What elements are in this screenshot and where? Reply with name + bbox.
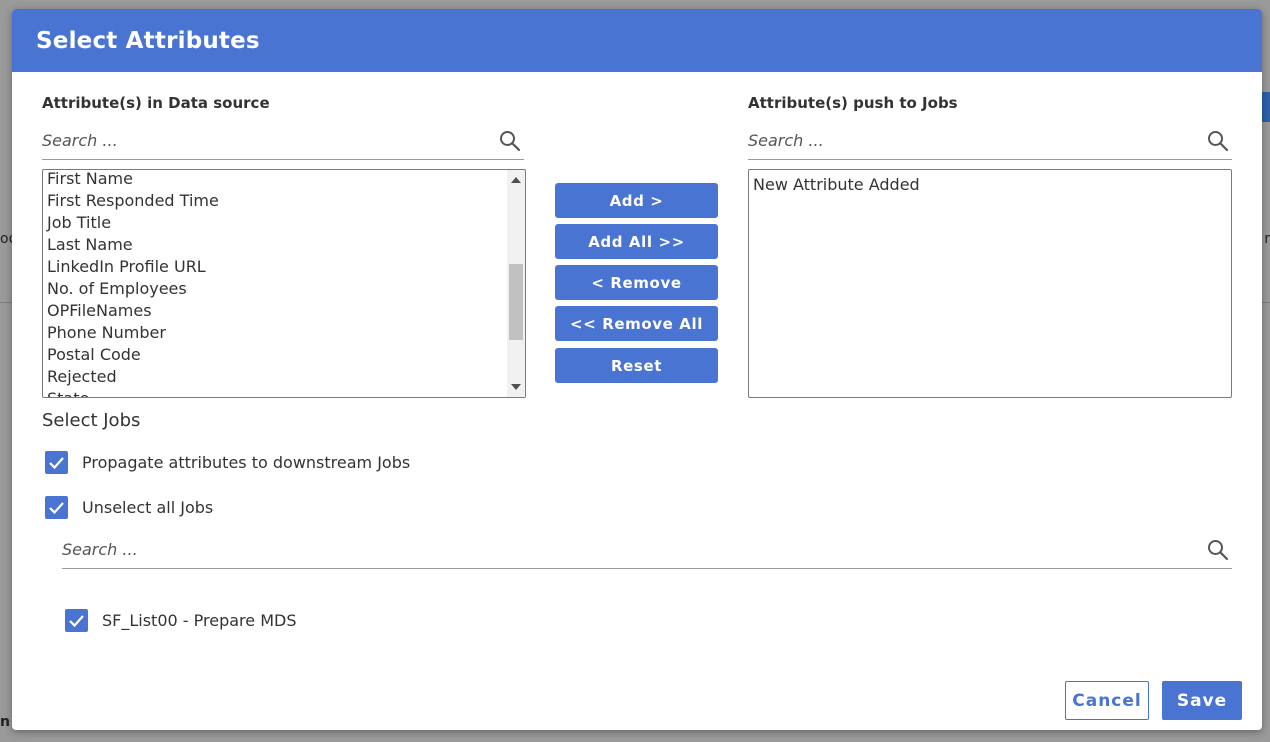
attribute-option[interactable]: Rejected — [47, 366, 505, 388]
attribute-option[interactable]: OPFileNames — [47, 300, 505, 322]
background-divider — [0, 302, 12, 303]
target-search — [748, 123, 1232, 160]
background-text-fragment: r — [1264, 231, 1270, 247]
propagate-label: Propagate attributes to downstream Jobs — [82, 453, 411, 472]
propagate-checkbox[interactable] — [45, 451, 68, 474]
dialog-header: Select Attributes — [12, 9, 1262, 72]
attribute-option[interactable]: State — [47, 388, 505, 397]
job-item[interactable]: SF_List00 - Prepare MDS — [65, 609, 296, 632]
scroll-down-icon[interactable] — [511, 384, 521, 390]
scroll-up-icon[interactable] — [511, 177, 521, 183]
cancel-button[interactable]: Cancel — [1065, 681, 1149, 720]
search-icon[interactable] — [498, 129, 522, 153]
source-attribute-items: First Name First Responded Time Job Title L… — [47, 170, 505, 397]
select-jobs-title: Select Jobs — [42, 410, 141, 431]
save-button[interactable]: Save — [1162, 681, 1242, 720]
attribute-option[interactable]: Job Title — [47, 212, 505, 234]
job-item-label: SF_List00 - Prepare MDS — [102, 611, 297, 630]
job-item-checkbox[interactable] — [65, 609, 88, 632]
propagate-checkbox-row[interactable]: Propagate attributes to downstream Jobs — [45, 451, 410, 474]
target-attribute-items: New Attribute Added — [753, 174, 1211, 196]
background-text-fragment: n — [0, 714, 10, 730]
attribute-option[interactable]: No. of Employees — [47, 278, 505, 300]
unselect-all-row[interactable]: Unselect all Jobs — [45, 496, 213, 519]
source-panel-label: Attribute(s) in Data source — [42, 94, 270, 112]
dialog-title: Select Attributes — [36, 27, 260, 54]
source-search — [42, 123, 524, 160]
attribute-option[interactable]: First Name — [47, 170, 505, 190]
attribute-option[interactable]: New Attribute Added — [753, 174, 1211, 196]
background-divider — [1262, 302, 1270, 303]
checkmark-icon — [49, 502, 64, 515]
target-panel-label: Attribute(s) push to Jobs — [748, 94, 958, 112]
source-search-input[interactable] — [42, 123, 484, 157]
reset-button[interactable]: Reset — [555, 348, 718, 383]
search-icon[interactable] — [1206, 129, 1230, 153]
attribute-option[interactable]: First Responded Time — [47, 190, 505, 212]
attribute-option[interactable]: LinkedIn Profile URL — [47, 256, 505, 278]
unselect-all-label: Unselect all Jobs — [82, 498, 214, 517]
search-icon[interactable] — [1206, 538, 1230, 562]
target-attribute-list[interactable]: New Attribute Added — [748, 169, 1232, 398]
attribute-option[interactable]: Last Name — [47, 234, 505, 256]
attribute-option[interactable]: Phone Number — [47, 322, 505, 344]
source-attribute-list[interactable]: First Name First Responded Time Job Title L… — [42, 169, 526, 398]
checkmark-icon — [49, 457, 64, 470]
attribute-option[interactable]: Postal Code — [47, 344, 505, 366]
jobs-search-input[interactable] — [62, 532, 1192, 566]
add-all-button[interactable]: Add All >> — [555, 224, 718, 259]
scrollbar[interactable] — [507, 170, 525, 397]
target-search-input[interactable] — [748, 123, 1192, 157]
remove-all-button[interactable]: << Remove All — [555, 306, 718, 341]
jobs-search — [62, 532, 1232, 569]
checkmark-icon — [69, 615, 84, 628]
add-button[interactable]: Add > — [555, 183, 718, 218]
scroll-thumb[interactable] — [509, 264, 523, 340]
remove-button[interactable]: < Remove — [555, 265, 718, 300]
background-button-fragment — [1262, 92, 1270, 122]
select-attributes-dialog: Select Attributes Attribute(s) in Data s… — [12, 9, 1262, 730]
unselect-all-checkbox[interactable] — [45, 496, 68, 519]
